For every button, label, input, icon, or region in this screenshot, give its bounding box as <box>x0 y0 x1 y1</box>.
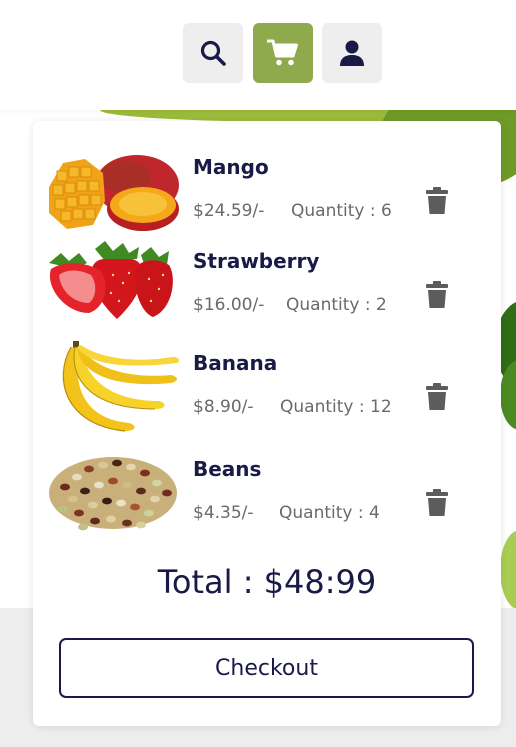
item-price: $8.90/- <box>193 397 254 417</box>
cart-total: Total : $48:99 <box>157 563 377 601</box>
background-lime <box>500 530 516 610</box>
cart-item-beans: Beans $4.35/- Quantity : 4 <box>33 445 501 545</box>
beans-image <box>49 457 177 531</box>
trash-icon[interactable] <box>425 489 449 517</box>
cart-button[interactable] <box>253 23 313 83</box>
mango-image <box>49 155 179 231</box>
item-price: $4.35/- <box>193 503 254 523</box>
item-quantity: Quantity : 4 <box>279 503 380 523</box>
cart-item-strawberry: Strawberry $16.00/- Quantity : 2 <box>33 237 501 337</box>
item-quantity: Quantity : 6 <box>291 201 392 221</box>
item-name: Banana <box>193 351 278 375</box>
item-price: $16.00/- <box>193 295 265 315</box>
cart-item-mango: Mango $24.59/- Quantity : 6 <box>33 143 501 243</box>
search-icon <box>200 40 226 66</box>
strawberry-image <box>49 241 173 319</box>
user-button[interactable] <box>322 23 382 83</box>
header <box>0 0 516 110</box>
trash-icon[interactable] <box>425 187 449 215</box>
item-name: Beans <box>193 457 262 481</box>
item-name: Strawberry <box>193 249 320 273</box>
item-price: $24.59/- <box>193 201 265 221</box>
checkout-button[interactable]: Checkout <box>59 638 474 698</box>
cart-item-banana: Banana $8.90/- Quantity : 12 <box>33 339 501 439</box>
banana-image <box>62 341 180 432</box>
cart-panel: Mango $24.59/- Quantity : 6 Strawberry $… <box>33 121 501 726</box>
cart-icon <box>267 39 298 66</box>
item-quantity: Quantity : 12 <box>280 397 392 417</box>
item-name: Mango <box>193 155 269 179</box>
search-button[interactable] <box>183 23 243 83</box>
trash-icon[interactable] <box>425 383 449 411</box>
user-icon <box>340 40 364 66</box>
item-quantity: Quantity : 2 <box>286 295 387 315</box>
trash-icon[interactable] <box>425 281 449 309</box>
